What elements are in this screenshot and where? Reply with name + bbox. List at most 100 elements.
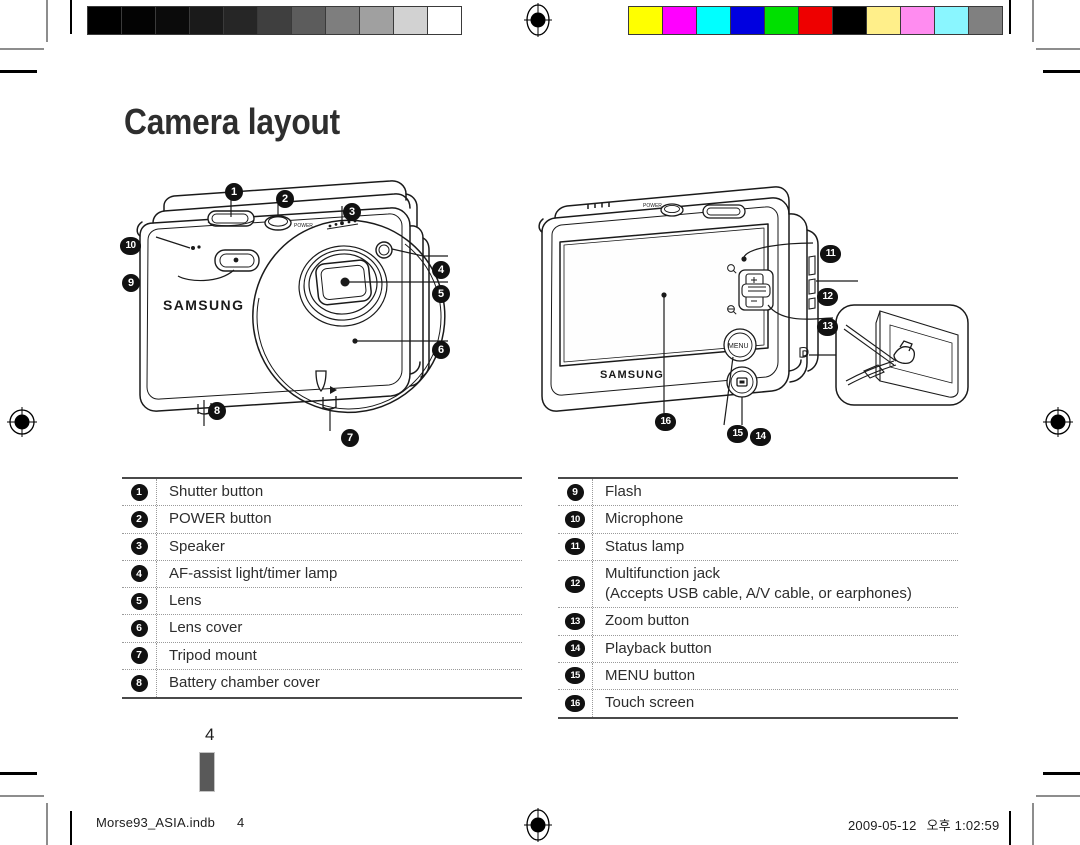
legend-number-badge: 8 xyxy=(130,674,148,692)
calibration-swatch xyxy=(359,7,393,34)
front-callout-10: 10 xyxy=(120,237,141,255)
back-callout-14: 14 xyxy=(750,428,771,446)
footer-page-number: 4 xyxy=(237,815,245,830)
legend-number-cell: 4 xyxy=(122,560,157,587)
legend-row: 2 POWER button xyxy=(122,506,522,534)
back-callout-12: 12 xyxy=(817,288,838,306)
legend-row: 11 Status lamp xyxy=(558,533,958,561)
calibration-swatch xyxy=(832,7,866,34)
legend-label: MENU button xyxy=(605,666,696,684)
legend-number-badge: 11 xyxy=(565,538,585,556)
footer-time-value: 1:02:59 xyxy=(954,818,1000,833)
front-callout-6: 6 xyxy=(432,341,450,359)
legend-number-cell: 10 xyxy=(558,506,593,533)
calibration-swatch xyxy=(629,7,662,34)
footer-timestamp: 2009-05-12 오후 1:02:59 xyxy=(848,815,999,834)
legend-label: Battery chamber cover xyxy=(169,674,320,692)
legend-number-cell: 13 xyxy=(558,608,593,635)
page-title: Camera layout xyxy=(124,101,341,142)
legend-number-badge: 12 xyxy=(565,575,585,593)
legend-number-badge: 15 xyxy=(565,667,585,685)
front-callout-5: 5 xyxy=(432,285,450,303)
calibration-swatch xyxy=(223,7,257,34)
calibration-swatch xyxy=(121,7,155,34)
legend-number-badge: 2 xyxy=(130,510,148,528)
crop-mark-left-top-h1 xyxy=(0,48,44,50)
back-callout-15: 15 xyxy=(727,425,748,443)
calibration-swatch xyxy=(189,7,223,34)
registration-mark-right xyxy=(1041,405,1075,439)
front-callout-7: 7 xyxy=(341,429,359,447)
camera-parts-legend-back: 9 Flash 10 Microphone 11 Status lamp 12 Multifu… xyxy=(558,477,958,719)
registration-mark-top xyxy=(521,3,555,37)
legend-label-secondary: (Accepts USB cable, A/V cable, or earpho… xyxy=(605,585,912,602)
legend-number-badge: 9 xyxy=(566,483,584,501)
camera-parts-legend-front: 1 Shutter button 2 POWER button 3 Speaker 4 AF-… xyxy=(122,477,522,699)
legend-number-cell: 5 xyxy=(122,588,157,615)
manual-page: Camera layout POWER SAMSUNG 1 2 3 4 5 6 … xyxy=(0,0,1080,845)
back-camera-illustration: POWER SAMSUNG MENU xyxy=(528,185,980,453)
color-calibration-bar xyxy=(628,6,1003,35)
legend-row: 15 MENU button xyxy=(558,662,958,690)
legend-row: 5 Lens xyxy=(122,588,522,616)
legend-label: Tripod mount xyxy=(169,646,257,664)
legend-number-cell: 15 xyxy=(558,662,593,689)
legend-number-cell: 7 xyxy=(122,642,157,669)
legend-number-badge: 3 xyxy=(130,538,148,556)
crop-mark-bottom-left-v2 xyxy=(70,811,72,845)
calibration-swatch xyxy=(427,7,461,34)
crop-mark-left-bottom-h2 xyxy=(0,772,37,775)
legend-label: Microphone xyxy=(605,510,684,528)
back-callout-13: 13 xyxy=(817,318,838,336)
legend-number-badge: 10 xyxy=(565,510,585,528)
power-label-back: POWER xyxy=(643,203,662,209)
legend-label: Lens xyxy=(169,592,202,609)
legend-label: Lens cover xyxy=(169,619,243,637)
legend-row: 12 Multifunction jack (Accepts USB cable, … xyxy=(558,560,958,609)
legend-number-badge: 16 xyxy=(565,695,585,712)
brand-logo-front: SAMSUNG xyxy=(163,297,244,313)
calibration-swatch xyxy=(730,7,764,34)
crop-mark-bottom-right-v2 xyxy=(1009,811,1011,845)
crop-mark-right-bottom-h1 xyxy=(1036,795,1080,797)
legend-row: 4 AF-assist light/timer lamp xyxy=(122,560,522,588)
legend-number-cell: 9 xyxy=(558,479,593,506)
crop-mark-right-bottom-h2 xyxy=(1043,772,1080,775)
legend-label: Shutter button xyxy=(169,483,264,500)
page-number: 4 xyxy=(205,725,215,744)
legend-number-cell: 6 xyxy=(122,615,157,642)
crop-mark-right-top-h1 xyxy=(1036,48,1080,50)
calibration-swatch xyxy=(798,7,832,34)
front-camera-illustration: POWER SAMSUNG xyxy=(118,178,468,453)
registration-mark-bottom xyxy=(521,808,555,842)
legend-label: Speaker xyxy=(169,537,225,555)
legend-number-badge: 4 xyxy=(130,565,148,583)
legend-number-badge: 1 xyxy=(130,483,148,501)
back-callout-16: 16 xyxy=(655,413,676,431)
front-callout-8: 8 xyxy=(208,402,226,420)
front-callout-2: 2 xyxy=(276,190,294,208)
registration-mark-left xyxy=(5,405,39,439)
calibration-swatch xyxy=(257,7,291,34)
legend-number-badge: 14 xyxy=(565,640,585,658)
page-number-bar xyxy=(199,752,215,792)
front-callout-3: 3 xyxy=(343,203,361,221)
footer-date-value: 2009-05-12 xyxy=(848,818,917,833)
brand-logo-back: SAMSUNG xyxy=(600,369,664,381)
legend-row: 13 Zoom button xyxy=(558,608,958,636)
crop-mark-bottom-right-v1 xyxy=(1032,803,1034,845)
legend-number-badge: 7 xyxy=(130,647,148,665)
calibration-swatch xyxy=(764,7,798,34)
front-callout-1: 1 xyxy=(225,183,243,201)
grayscale-calibration-bar xyxy=(87,6,462,35)
legend-row: 7 Tripod mount xyxy=(122,642,522,670)
calibration-swatch xyxy=(291,7,325,34)
front-callout-9: 9 xyxy=(122,274,140,292)
legend-number-badge: 13 xyxy=(565,612,585,630)
menu-button-label: MENU xyxy=(728,343,749,350)
crop-mark-left-bottom-h1 xyxy=(0,795,44,797)
calibration-swatch xyxy=(968,7,1002,34)
crop-mark-top-left-v2 xyxy=(70,0,72,34)
footer-file-name: Morse93_ASIA.indb xyxy=(96,815,216,830)
front-callout-4: 4 xyxy=(432,261,450,279)
